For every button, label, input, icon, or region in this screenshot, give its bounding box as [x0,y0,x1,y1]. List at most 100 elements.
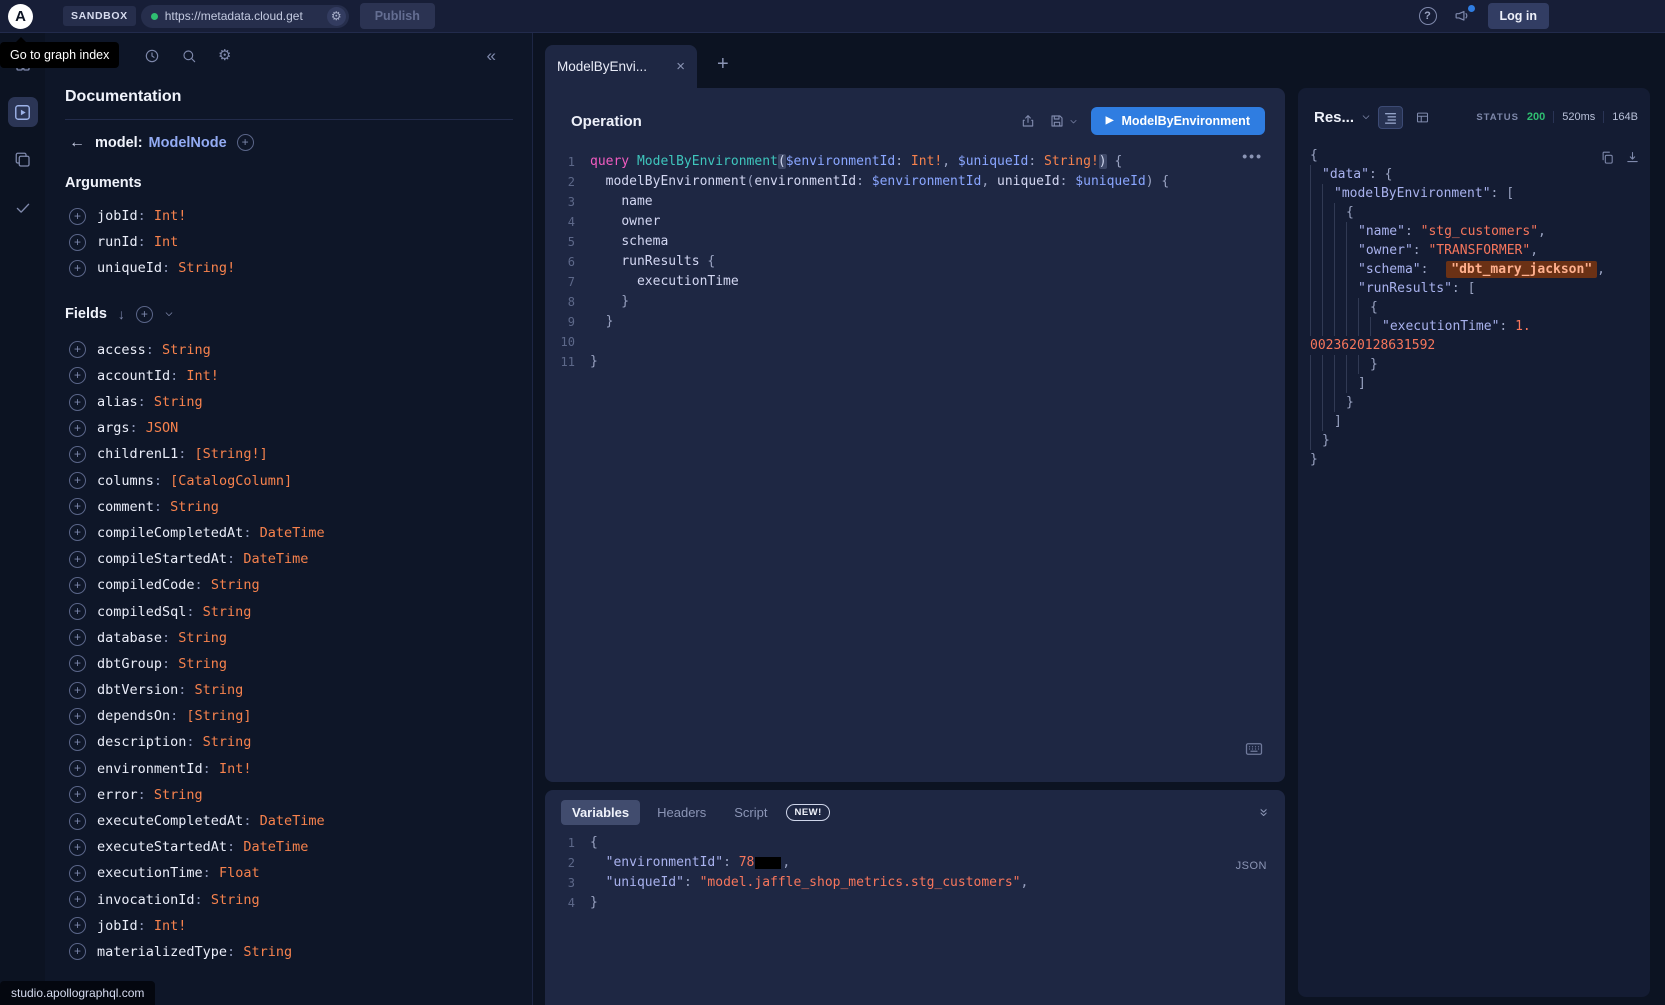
add-to-query-icon[interactable]: + [69,917,86,934]
breadcrumb-type-link[interactable]: ModelNode [149,135,227,151]
field-name-link[interactable]: executionTime [97,865,203,881]
field-type-link[interactable]: String [162,342,211,358]
add-to-query-icon[interactable]: + [69,498,86,515]
variables-editor[interactable]: 1{2 "environmentId": 78,3 "uniqueId": "m… [545,825,1285,913]
collections-icon[interactable] [8,145,38,175]
field-type-link[interactable]: Int! [219,761,252,777]
field-name-link[interactable]: environmentId [97,761,203,777]
history-icon[interactable] [144,48,160,64]
doc-field-row[interactable]: +dbtVersion: String [45,677,532,703]
collapse-sidebar-icon[interactable]: « [487,47,496,64]
run-button[interactable]: ▶ ModelByEnvironment [1091,107,1265,135]
field-type-link[interactable]: Int [154,234,178,250]
doc-field-row[interactable]: +accountId: Int! [45,363,532,389]
save-icon[interactable] [1049,113,1065,129]
field-type-link[interactable]: String! [178,260,235,276]
doc-field-row[interactable]: +database: String [45,625,532,651]
field-name-link[interactable]: compileStartedAt [97,551,227,567]
tab-headers[interactable]: Headers [646,800,717,825]
doc-field-row[interactable]: +args: JSON [45,415,532,441]
apollo-logo[interactable]: A [8,4,33,29]
doc-field-row[interactable]: +uniqueId: String! [45,255,532,281]
save-chevron-icon[interactable] [1069,117,1078,126]
field-type-link[interactable]: String [154,394,203,410]
field-type-link[interactable]: String [195,682,244,698]
field-type-link[interactable]: DateTime [260,813,325,829]
field-type-link[interactable]: String [154,787,203,803]
copy-icon[interactable] [1600,150,1615,165]
endpoint-input[interactable]: https://metadata.cloud.get ⚙ [141,5,349,28]
tab-script[interactable]: Script [723,800,778,825]
field-type-link[interactable]: [CatalogColumn] [170,473,292,489]
field-type-link[interactable]: Int! [154,208,187,224]
field-name-link[interactable]: dbtGroup [97,656,162,672]
field-name-link[interactable]: alias [97,394,138,410]
add-to-query-icon[interactable]: + [69,760,86,777]
new-tab-icon[interactable]: + [717,54,729,74]
add-to-query-icon[interactable]: + [69,446,86,463]
doc-field-row[interactable]: +materializedType: String [45,939,532,965]
add-to-query-icon[interactable]: + [69,682,86,699]
add-to-query-icon[interactable]: + [69,551,86,568]
field-name-link[interactable]: compileCompletedAt [97,525,243,541]
field-type-link[interactable]: String [211,577,260,593]
close-tab-icon[interactable]: × [676,59,685,74]
tab-title[interactable]: ModelByEnvi... [557,59,668,74]
doc-field-row[interactable]: +jobId: Int! [45,203,532,229]
chevron-down-icon[interactable] [164,309,174,319]
json-view-icon[interactable] [1378,106,1403,129]
field-name-link[interactable]: jobId [97,918,138,934]
field-name-link[interactable]: comment [97,499,154,515]
field-name-link[interactable]: compiledCode [97,577,195,593]
field-type-link[interactable]: [String] [186,708,251,724]
add-to-query-icon[interactable]: + [69,208,86,225]
add-to-query-icon[interactable]: + [69,234,86,251]
field-name-link[interactable]: dependsOn [97,708,170,724]
add-to-query-icon[interactable]: + [69,865,86,882]
add-to-query-icon[interactable]: + [69,420,86,437]
field-type-link[interactable]: String [178,656,227,672]
doc-field-row[interactable]: +comment: String [45,494,532,520]
doc-field-row[interactable]: +error: String [45,782,532,808]
response-chevron-icon[interactable] [1361,112,1371,122]
field-name-link[interactable]: access [97,342,146,358]
add-to-query-icon[interactable]: + [69,603,86,620]
doc-field-row[interactable]: +compiledCode: String [45,572,532,598]
field-type-link[interactable]: String [203,604,252,620]
download-icon[interactable] [1625,150,1640,165]
field-type-link[interactable]: Int! [154,918,187,934]
field-name-link[interactable]: runId [97,234,138,250]
doc-field-row[interactable]: +childrenL1: [String!] [45,441,532,467]
field-type-link[interactable]: String [211,892,260,908]
more-options-icon[interactable]: ••• [1242,148,1263,164]
add-to-query-icon[interactable]: + [69,260,86,277]
checklist-icon[interactable] [8,193,38,223]
field-type-link[interactable]: DateTime [243,551,308,567]
add-all-fields-icon[interactable]: + [237,134,254,151]
doc-field-row[interactable]: +description: String [45,729,532,755]
tab-operation[interactable]: ModelByEnvi... × [545,45,697,88]
doc-field-row[interactable]: +dbtGroup: String [45,651,532,677]
add-to-query-icon[interactable]: + [69,655,86,672]
endpoint-url[interactable]: https://metadata.cloud.get [165,9,327,23]
field-type-link[interactable]: String [170,499,219,515]
add-to-query-icon[interactable]: + [69,394,86,411]
field-name-link[interactable]: description [97,734,186,750]
field-name-link[interactable]: compiledSql [97,604,186,620]
add-to-query-icon[interactable]: + [69,341,86,358]
help-icon[interactable]: ? [1419,7,1437,25]
add-to-query-icon[interactable]: + [69,629,86,646]
doc-field-row[interactable]: +invocationId: String [45,887,532,913]
sort-fields-icon[interactable]: ↓ [118,307,125,321]
doc-field-row[interactable]: +executeCompletedAt: DateTime [45,808,532,834]
add-to-query-icon[interactable]: + [69,367,86,384]
add-to-query-icon[interactable]: + [69,577,86,594]
field-name-link[interactable]: materializedType [97,944,227,960]
doc-field-row[interactable]: +alias: String [45,389,532,415]
operation-editor[interactable]: 1query ModelByEnvironment($environmentId… [545,140,1285,372]
field-name-link[interactable]: uniqueId [97,260,162,276]
add-to-query-icon[interactable]: + [69,786,86,803]
field-type-link[interactable]: JSON [146,420,179,436]
field-name-link[interactable]: executeStartedAt [97,839,227,855]
add-to-query-icon[interactable]: + [69,734,86,751]
